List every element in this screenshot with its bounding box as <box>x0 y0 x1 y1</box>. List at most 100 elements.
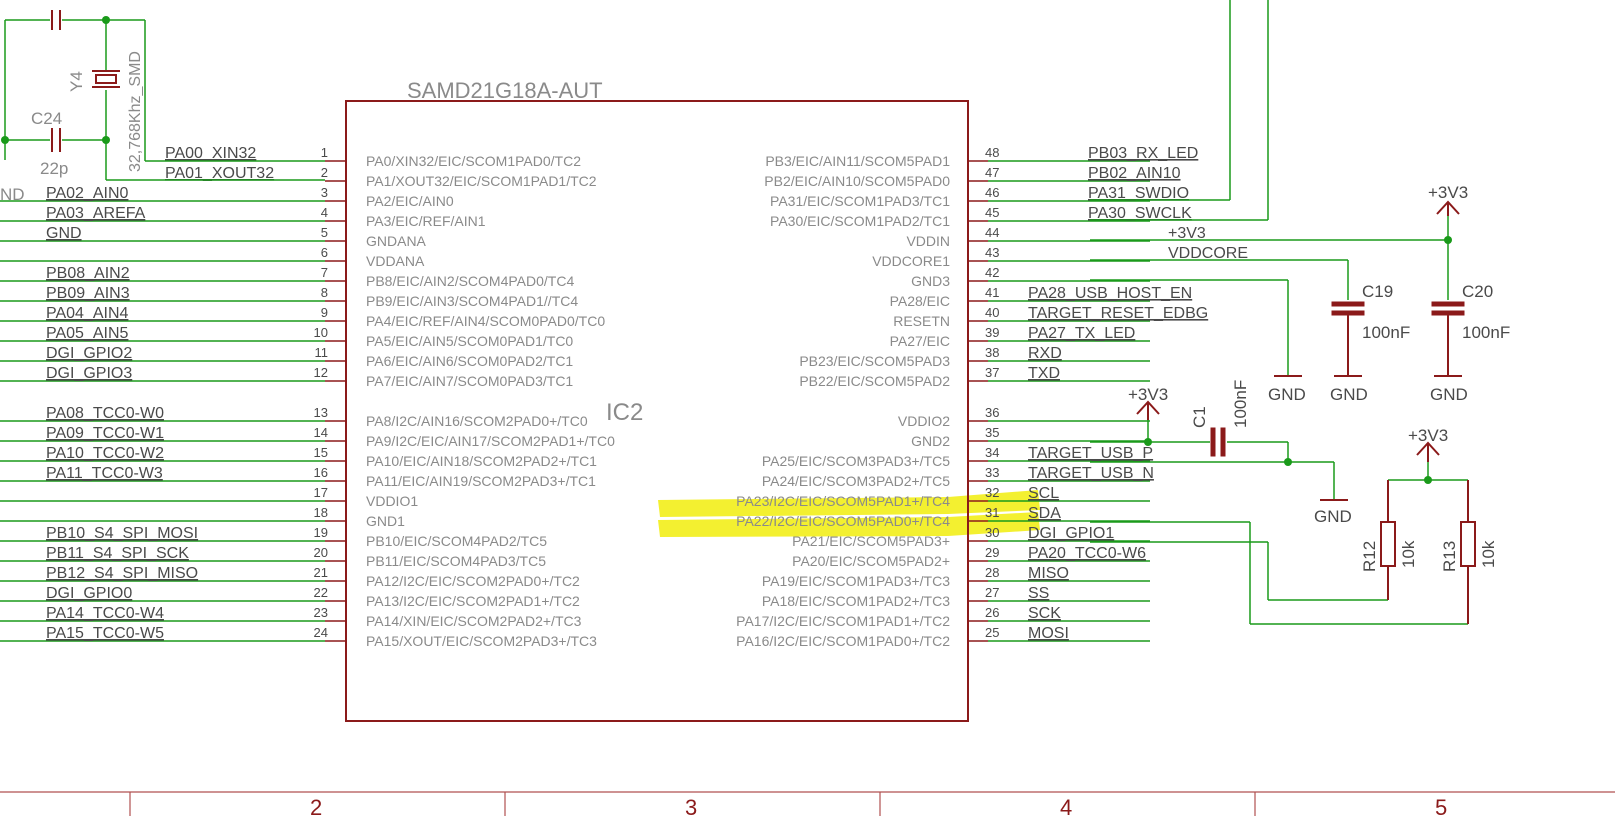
pin-number: 31 <box>985 505 999 520</box>
net-label: TARGET_RESET_EDBG <box>1028 305 1208 322</box>
pin-name: PA15/XOUT/EIC/SCOM2PAD3+/TC3 <box>366 633 597 649</box>
c1-gnd: GND <box>1314 507 1352 526</box>
pin-name: PB22/EIC/SCOM5PAD2 <box>799 373 950 389</box>
net-label: PA04_AIN4 <box>46 305 129 322</box>
crystal-ref: Y4 <box>67 71 86 92</box>
pin-number: 37 <box>985 365 999 380</box>
net-label: PA03_AREFA <box>46 205 146 222</box>
schematic-canvas: SAMD21G18A-AUT IC2 1 PA0/XIN32/EIC/SCOM1P… <box>0 0 1615 816</box>
net-label: PA09_TCC0-W1 <box>46 425 164 442</box>
frame-col-2: 2 <box>310 795 322 816</box>
net-label: DGI_GPIO2 <box>46 345 132 362</box>
pin-number: 23 <box>314 605 328 620</box>
pin-name: PB11/EIC/SCOM4PAD3/TC5 <box>366 553 546 569</box>
net-label: SDA <box>1028 505 1061 522</box>
pin-name: PA18/EIC/SCOM1PAD2+/TC3 <box>762 593 950 609</box>
left-pin-group: 1 PA0/XIN32/EIC/SCOM1PAD0/TC2 PA00_XIN32 2 P… <box>0 145 615 649</box>
net-label: PA20_TCC0-W6 <box>1028 545 1146 562</box>
pin-number: 4 <box>321 205 328 220</box>
pin-number: 21 <box>314 565 328 580</box>
pin-number: 11 <box>315 345 329 360</box>
net-label: PA27_TX_LED <box>1028 325 1135 342</box>
pin-number: 25 <box>985 625 999 640</box>
net-label: DGI_GPIO1 <box>1028 525 1114 542</box>
pin-number: 17 <box>314 485 328 500</box>
pin-number: 3 <box>321 185 328 200</box>
pullup-vcc-label: +3V3 <box>1408 426 1448 445</box>
pin-number: 41 <box>985 285 999 300</box>
pin-name: PA10/EIC/AIN18/SCOM2PAD2+/TC1 <box>366 453 597 469</box>
net-label: PB10_S4_SPI_MOSI <box>46 525 198 542</box>
net-label: PA00_XIN32 <box>165 145 256 162</box>
pin-name: PA4/EIC/REF/AIN4/SCOM0PAD0/TC0 <box>366 313 605 329</box>
net-label: GND <box>46 225 82 242</box>
c19-value: 100nF <box>1362 323 1410 342</box>
net-label: SCL <box>1028 485 1059 502</box>
pin-number: 19 <box>314 525 328 540</box>
net-label: PB09_AIN3 <box>46 285 130 302</box>
pin-number: 26 <box>985 605 999 620</box>
net-label: PA08_TCC0-W0 <box>46 405 164 422</box>
net-label: PA11_TCC0-W3 <box>46 465 163 482</box>
pin-name: PA1/XOUT32/EIC/SCOM1PAD1/TC2 <box>366 173 597 189</box>
c20-value: 100nF <box>1462 323 1510 342</box>
pin-number: 34 <box>985 445 999 460</box>
pin-name: PA23/I2C/EIC/SCOM5PAD1+/TC4 <box>736 493 950 509</box>
c20-gnd: GND <box>1430 385 1468 404</box>
pin-number: 15 <box>314 445 328 460</box>
pin-number: 20 <box>314 545 328 560</box>
chip-pin-right-36: 36 VDDIO2 <box>898 405 1150 429</box>
pin-name: PA27/EIC <box>890 333 950 349</box>
pin-name: RESETN <box>893 313 950 329</box>
pin-name: PA2/EIC/AIN0 <box>366 193 454 209</box>
pin-number: 36 <box>985 405 999 420</box>
pin-number: 7 <box>321 265 328 280</box>
pin-number: 9 <box>321 305 328 320</box>
c1-value: 100nF <box>1231 380 1250 428</box>
drawing-frame: 2 3 4 5 <box>0 791 1615 816</box>
net-label: PB03_RX_LED <box>1088 145 1198 162</box>
net-label: PA02_AIN0 <box>46 185 129 202</box>
pin-number: 27 <box>985 585 999 600</box>
c24-value: 22p <box>40 159 68 178</box>
chip-pin-left-5: 5 GNDANA GND <box>0 225 427 249</box>
pin-name: PA21/EIC/SCOM5PAD3+ <box>792 533 950 549</box>
pin-number: 24 <box>314 625 328 640</box>
net-label: PB11_S4_SPI_SCK <box>46 545 189 562</box>
pin-number: 29 <box>985 545 999 560</box>
pin-number: 1 <box>321 145 328 160</box>
r12-value: 10k <box>1399 540 1418 568</box>
pin-name: PB8/EIC/AIN2/SCOM4PAD0/TC4 <box>366 273 574 289</box>
pin-number: 44 <box>985 225 999 240</box>
pin-name: GND3 <box>911 273 950 289</box>
net-label: RXD <box>1028 345 1062 362</box>
pin-number: 47 <box>985 165 999 180</box>
net-label: PA14_TCC0-W4 <box>46 605 164 622</box>
crystal-gnd-label: ND <box>0 185 25 204</box>
pin-name: PA5/EIC/AIN5/SCOM0PAD1/TC0 <box>366 333 573 349</box>
pin-name: PB3/EIC/AIN11/SCOM5PAD1 <box>765 153 950 169</box>
pin-number: 22 <box>314 585 328 600</box>
pin-number: 40 <box>985 305 999 320</box>
frame-col-4: 4 <box>1060 795 1072 816</box>
pin-name: VDDIO1 <box>366 493 418 509</box>
c1-vcc-label: +3V3 <box>1128 385 1168 404</box>
pin-name: PA12/I2C/EIC/SCOM2PAD0+/TC2 <box>366 573 580 589</box>
gnd42-label: GND <box>1268 385 1306 404</box>
pin-number: 48 <box>985 145 999 160</box>
vcc-label-c20: +3V3 <box>1428 183 1468 202</box>
pin-number: 35 <box>985 425 999 440</box>
pin-number: 30 <box>985 525 999 540</box>
pin-name: VDDIN <box>906 233 950 249</box>
pin-name: PA7/EIC/AIN7/SCOM0PAD3/TC1 <box>366 373 573 389</box>
pin-number: 38 <box>985 345 999 360</box>
pin-number: 8 <box>321 285 328 300</box>
pin-name: PA9/I2C/EIC/AIN17/SCOM2PAD1+/TC0 <box>366 433 615 449</box>
net-label: DGI_GPIO0 <box>46 585 132 602</box>
r12-ref: R12 <box>1360 541 1379 572</box>
net-label: PB12_S4_SPI_MISO <box>46 565 198 582</box>
pin-name: VDDIO2 <box>898 413 950 429</box>
pin-number: 18 <box>314 505 328 520</box>
pin-number: 33 <box>985 465 999 480</box>
pin-name: PA19/EIC/SCOM1PAD3+/TC3 <box>762 573 950 589</box>
